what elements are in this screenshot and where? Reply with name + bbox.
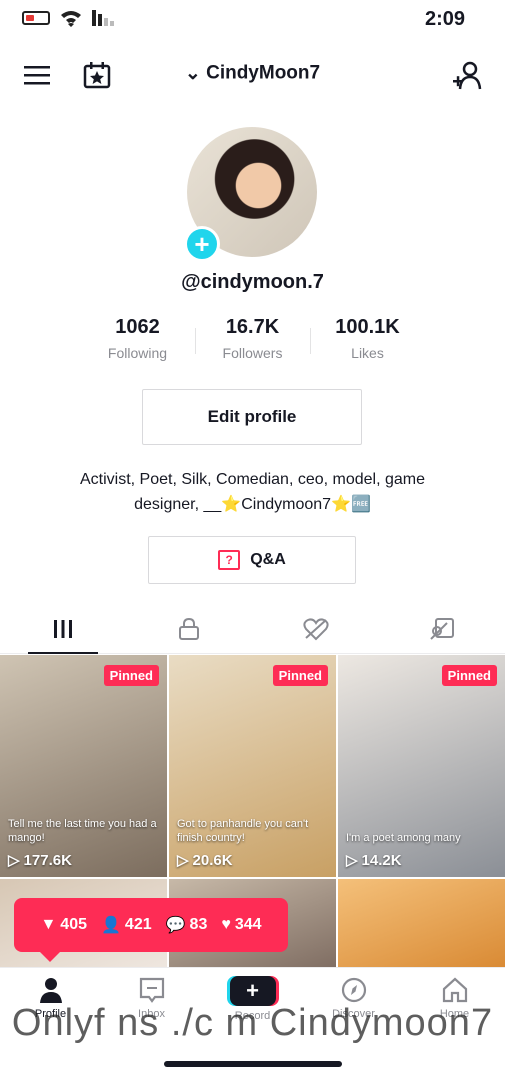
video-caption: Tell me the last time you had a mango! xyxy=(8,818,157,844)
qa-label: Q&A xyxy=(250,551,286,568)
tab-videos[interactable] xyxy=(0,604,126,654)
video-caption: I'm a poet among many xyxy=(346,832,461,844)
view-count: ▷ 177.6K xyxy=(8,851,72,870)
stat-likes[interactable]: 100.1K Likes xyxy=(310,316,425,366)
pinned-badge: Pinned xyxy=(441,665,497,686)
tab-tagged[interactable] xyxy=(379,604,505,653)
nav-label: Inbox xyxy=(138,1008,165,1020)
grid-icon xyxy=(54,619,73,638)
person-icon: 👤 xyxy=(101,917,121,934)
comments-count: 💬 83 xyxy=(166,915,208,935)
account-switcher[interactable]: ⌄ CindyMoon7 xyxy=(0,62,505,85)
video-tile[interactable]: Pinned Tell me the last time you had a m… xyxy=(0,655,167,877)
nav-inbox[interactable]: Inbox xyxy=(101,968,202,1041)
likes-count: ♥ 344 xyxy=(221,916,261,934)
nav-home[interactable]: Home xyxy=(404,968,505,1041)
stat-following[interactable]: 1062 Following xyxy=(80,316,195,366)
inbox-icon xyxy=(139,977,164,1003)
comment-icon: 💬 xyxy=(165,917,186,934)
top-nav: ⌄ CindyMoon7 xyxy=(0,52,505,100)
add-user-icon xyxy=(453,61,482,90)
status-time: 2:09 xyxy=(424,8,465,30)
stat-label: Following xyxy=(107,345,168,361)
count-value: 421 xyxy=(124,916,152,933)
view-count-value: 20.6K xyxy=(192,851,233,869)
mentions-count: ▼ 405 xyxy=(40,916,87,934)
tagged-icon xyxy=(430,617,454,640)
stat-value: 16.7K xyxy=(225,316,280,338)
play-icon: ▷ xyxy=(8,852,20,869)
video-caption: Got to panhandle you can't finish countr… xyxy=(177,818,309,844)
plus-icon: + xyxy=(229,976,276,1006)
home-icon xyxy=(442,977,467,1003)
pinned-badge: Pinned xyxy=(103,665,159,686)
view-count: ▷ 20.6K xyxy=(177,851,233,870)
profile-username: @cindymoon.7 xyxy=(181,271,324,293)
account-name: CindyMoon7 xyxy=(206,62,321,84)
tab-liked[interactable] xyxy=(253,604,379,653)
stat-value: 100.1K xyxy=(335,316,400,338)
status-bar: 2:09 xyxy=(0,0,505,40)
add-avatar-button[interactable]: + xyxy=(184,226,220,262)
nav-label: Discover xyxy=(332,1008,375,1020)
play-icon: ▷ xyxy=(346,852,358,869)
qa-button[interactable]: ? Q&A xyxy=(148,536,356,584)
lock-icon xyxy=(179,617,200,640)
bottom-nav: Profile Inbox + Record Discover Home xyxy=(0,967,505,1041)
signal-icon xyxy=(92,10,114,26)
play-icon: ▷ xyxy=(177,852,189,869)
stat-value: 1062 xyxy=(115,316,160,338)
pinned-badge: Pinned xyxy=(272,665,328,686)
count-value: 405 xyxy=(60,916,87,933)
home-indicator[interactable] xyxy=(164,1061,342,1067)
activity-notification[interactable]: ▼ 405 👤 421 💬 83 ♥ 344 xyxy=(14,898,288,962)
wifi-icon xyxy=(61,11,81,27)
nav-discover[interactable]: Discover xyxy=(303,968,404,1041)
count-value: 344 xyxy=(234,916,262,933)
stat-label: Followers xyxy=(222,345,283,361)
nav-label: Record xyxy=(234,1010,271,1022)
profile-bio: Activist, Poet, Silk, Comedian, ceo, mod… xyxy=(30,467,475,517)
tab-private[interactable] xyxy=(126,604,252,653)
stat-followers[interactable]: 16.7K Followers xyxy=(195,316,310,366)
chevron-down-icon: ⌄ xyxy=(184,63,201,84)
bio-line: Activist, Poet, Silk, Comedian, ceo, mod… xyxy=(79,471,426,488)
heart-icon: ♥ xyxy=(221,916,231,933)
plus-icon: + xyxy=(194,229,210,259)
view-count-value: 177.6K xyxy=(23,851,72,869)
nav-label: Profile xyxy=(34,1008,67,1020)
video-tile[interactable]: Pinned I'm a poet among many ▷ 14.2K xyxy=(338,655,505,877)
mention-icon: ▼ xyxy=(40,916,57,933)
liked-icon xyxy=(303,617,329,640)
view-count-value: 14.2K xyxy=(361,851,402,869)
edit-profile-button[interactable]: Edit profile xyxy=(142,389,362,445)
compass-icon xyxy=(341,977,366,1003)
profile-tabs xyxy=(0,604,505,654)
count-value: 83 xyxy=(189,916,208,933)
bio-line: designer, __⭐Cindymoon7⭐🆓 xyxy=(134,496,371,513)
person-icon xyxy=(39,978,62,1003)
nav-label: Home xyxy=(439,1008,470,1020)
nav-record[interactable]: + Record xyxy=(202,968,303,1041)
nav-profile[interactable]: Profile xyxy=(0,968,101,1041)
video-tile[interactable]: Pinned Got to panhandle you can't finish… xyxy=(169,655,336,877)
battery-icon xyxy=(22,11,50,25)
video-tile[interactable] xyxy=(338,879,505,969)
profile-stats: 1062 Following 16.7K Followers 100.1K Li… xyxy=(80,316,425,366)
question-icon: ? xyxy=(218,550,241,570)
view-count: ▷ 14.2K xyxy=(346,851,402,870)
stat-label: Likes xyxy=(351,345,384,361)
followers-count: 👤 421 xyxy=(101,915,152,935)
add-friend-button[interactable] xyxy=(451,58,485,92)
status-icons xyxy=(22,9,114,27)
